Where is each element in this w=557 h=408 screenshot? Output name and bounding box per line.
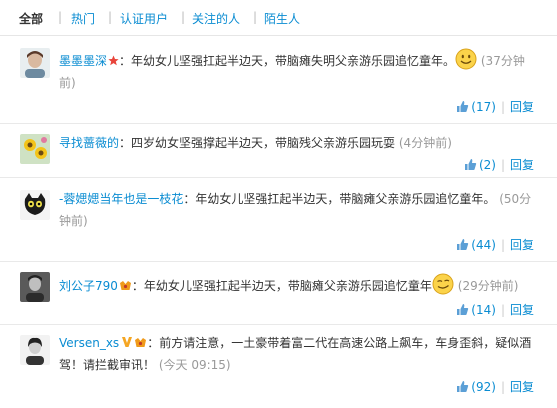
separator-colon: ： — [183, 192, 196, 206]
comment-item: Versen_xs ：前方请注意，一土豪带着富二代在高速公路上飙车，车身歪斜，疑似… — [0, 325, 557, 408]
thumbs-up-icon — [457, 101, 469, 112]
reply-button[interactable]: 回复 — [510, 158, 534, 172]
like-button[interactable]: (2) — [464, 158, 496, 172]
tab-separator: | — [181, 10, 186, 24]
like-button[interactable]: (44) — [456, 238, 496, 252]
comment-item: -蓉媤媤当年也是一枝花：年幼女儿坚强扛起半边天，带脑瘫父亲游乐园追忆童年。 (5… — [0, 178, 557, 262]
action-separator: | — [500, 100, 505, 114]
like-button[interactable]: (14) — [456, 303, 496, 317]
timestamp: (今天 09:15) — [158, 358, 231, 372]
comment-body: Versen_xs ：前方请注意，一土豪带着富二代在高速公路上飙车，车身歪斜，疑似… — [59, 332, 535, 376]
comment-actions: (2) | 回复 — [464, 156, 534, 173]
timestamp: (4分钟前) — [398, 136, 452, 150]
comment-text: 年幼女儿坚强扛起半边天，带脑瘫父亲游乐园追忆童年 — [143, 279, 432, 293]
comment-item: 刘公子790 ：年幼女儿坚强扛起半边天，带脑瘫父亲游乐园追忆童年 (29分钟前) … — [0, 262, 557, 325]
comment-actions: (17) | 回复 — [456, 98, 534, 115]
tab-strangers[interactable]: 陌生人 — [264, 10, 300, 27]
comment-body: 寻找蔷薇的：四岁幼女坚强撑起半边天，带脑残父亲游乐园玩耍 (4分钟前) — [59, 132, 535, 154]
separator-colon: ： — [147, 336, 160, 350]
comment-text: 四岁幼女坚强撑起半边天，带脑残父亲游乐园玩耍 — [131, 136, 396, 150]
reply-button[interactable]: 回复 — [510, 238, 534, 252]
reply-button[interactable]: 回复 — [510, 380, 534, 394]
thumbs-up-icon — [457, 239, 469, 250]
vip-badge-icon — [119, 276, 132, 290]
separator-colon: ： — [131, 279, 144, 293]
username-link[interactable]: Versen_xs — [59, 336, 119, 350]
reply-button[interactable]: 回复 — [510, 100, 534, 114]
timestamp-cont: 前) — [59, 76, 76, 90]
thumbs-up-icon — [457, 304, 469, 315]
comment-actions: (44) | 回复 — [456, 236, 534, 253]
thumbs-up-icon — [457, 381, 469, 392]
tab-hot[interactable]: 热门 — [71, 10, 95, 27]
username-link[interactable]: -蓉媤媤当年也是一枝花 — [59, 192, 183, 206]
wink-emoji-icon — [432, 273, 454, 295]
tab-separator: | — [108, 10, 113, 24]
comment-actions: (14) | 回复 — [456, 301, 534, 318]
action-separator: | — [500, 303, 505, 317]
separator-colon: ： — [119, 136, 132, 150]
vip-badge-icon — [134, 333, 147, 347]
comment-text: 年幼女儿坚强扛起半边天，带脑瘫父亲游乐园追忆童年。 — [195, 192, 496, 206]
reply-button[interactable]: 回复 — [510, 303, 534, 317]
comment-body: 刘公子790 ：年幼女儿坚强扛起半边天，带脑瘫父亲游乐园追忆童年 (29分钟前) — [59, 273, 535, 297]
comment-body: 墨墨墨深 ：年幼女儿坚强扛起半边天，带脑瘫失明父亲游乐园追忆童年。 (37分钟 前… — [59, 48, 535, 94]
action-separator: | — [500, 238, 505, 252]
username-link[interactable]: 刘公子790 — [59, 279, 118, 293]
verified-badge-icon — [121, 333, 133, 347]
action-separator: | — [500, 380, 505, 394]
avatar[interactable] — [20, 272, 50, 302]
action-separator: | — [500, 158, 505, 172]
comment-text-cont: 驾！请拦截审讯！ — [59, 358, 156, 372]
timestamp: (29分钟前) — [457, 279, 519, 293]
avatar[interactable] — [20, 134, 50, 164]
timestamp-cont: 钟前) — [59, 214, 88, 228]
tab-following[interactable]: 关注的人 — [192, 10, 240, 27]
like-button[interactable]: (92) — [456, 380, 496, 394]
tab-separator: | — [253, 10, 258, 24]
thumbs-up-icon — [464, 159, 477, 170]
timestamp: (50分 — [499, 192, 532, 206]
smiley-emoji-icon — [455, 48, 477, 70]
tab-verified-users[interactable]: 认证用户 — [120, 10, 168, 27]
comment-item: 寻找蔷薇的：四岁幼女坚强撑起半边天，带脑残父亲游乐园玩耍 (4分钟前) (2) |… — [0, 124, 557, 178]
red-star-badge-icon — [108, 51, 119, 66]
comment-actions: (92) | 回复 — [456, 378, 534, 395]
avatar[interactable] — [20, 190, 50, 220]
separator-colon: ： — [119, 54, 132, 68]
comment-body: -蓉媤媤当年也是一枝花：年幼女儿坚强扛起半边天，带脑瘫父亲游乐园追忆童年。 (5… — [59, 188, 535, 232]
comment-text: 年幼女儿坚强扛起半边天，带脑瘫失明父亲游乐园追忆童年。 — [131, 54, 456, 68]
comment-item: 墨墨墨深 ：年幼女儿坚强扛起半边天，带脑瘫失明父亲游乐园追忆童年。 (37分钟 前… — [0, 36, 557, 124]
comment-text: 前方请注意，一土豪带着富二代在高速公路上飙车，车身歪斜，疑似酒 — [159, 336, 532, 350]
username-link[interactable]: 寻找蔷薇的 — [59, 136, 119, 150]
tab-all[interactable]: 全部 — [19, 10, 43, 27]
filter-tabs: 全部 | 热门 | 认证用户 | 关注的人 | 陌生人 — [0, 0, 557, 36]
avatar[interactable] — [20, 335, 50, 365]
timestamp: (37分钟 — [480, 54, 525, 68]
tab-separator: | — [58, 10, 63, 24]
avatar[interactable] — [20, 48, 50, 78]
username-link[interactable]: 墨墨墨深 — [59, 54, 107, 68]
like-button[interactable]: (17) — [456, 100, 496, 114]
